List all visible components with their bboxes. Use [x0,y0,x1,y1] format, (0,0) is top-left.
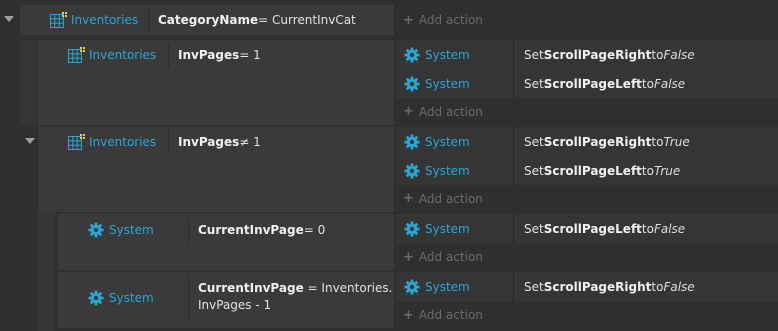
event-1-add-action[interactable]: + Add action [403,98,483,125]
triangle-down-icon [4,16,14,22]
event-2-object[interactable]: Inventories [38,127,168,157]
gear-icon [404,279,420,295]
plus-icon: + [403,104,414,119]
gear-icon [404,134,420,149]
event-2-condition-row[interactable]: Inventories InvPages ≠ 1 [38,127,394,212]
sprite-grid-icon [68,46,86,63]
gear-icon [404,47,420,62]
triangle-down-icon [25,138,35,144]
event-3-action-row-0[interactable]: System Set ScrollPageLeft to False [396,214,778,244]
event-2-action-row-0[interactable]: System Set ScrollPageRight to True [396,127,778,156]
action-object[interactable]: System [404,127,470,156]
plus-icon: + [403,191,414,206]
plus-icon: + [403,307,414,323]
event-0-condition-text[interactable]: CategoryName = CurrentInvCat [148,5,356,35]
event-0-object-name: Inventories [71,13,139,27]
event-0-add-action[interactable]: + Add action [403,5,483,35]
event-2-add-action[interactable]: + Add action [403,185,483,212]
sprite-grid-icon [68,133,86,150]
action-text[interactable]: Set ScrollPageLeft to False [514,214,685,244]
action-text[interactable]: Set ScrollPageLeft to True [514,156,680,185]
action-text[interactable]: Set ScrollPageLeft to False [514,69,685,98]
sub-event-indent-bar [20,40,37,125]
event-3-object[interactable]: System [58,214,188,246]
event-4-action-row-0[interactable]: System Set ScrollPageRight to False [396,272,778,302]
action-object[interactable]: System [404,272,470,302]
event-3-object-name: System [109,223,154,237]
action-object[interactable]: System [404,214,470,244]
event-4-add-action[interactable]: + Add action [403,302,483,328]
plus-icon: + [403,249,414,265]
event-4-object[interactable]: System [58,272,188,324]
event-1-condition-row[interactable]: Inventories InvPages = 1 [38,40,394,125]
event-4-condition-text[interactable]: CurrentInvPage = Inventories. InvPages -… [198,280,392,314]
event-4-object-name: System [109,291,154,305]
plus-icon: + [403,12,414,28]
event-0-condition-row[interactable]: Inventories CategoryName = CurrentInvCat [20,5,394,35]
event-2-action-row-1[interactable]: System Set ScrollPageLeft to True [396,156,778,185]
gear-icon [88,222,104,238]
sprite-grid-icon [50,11,68,28]
event-3-add-action[interactable]: + Add action [403,244,483,270]
event-3-condition-text[interactable]: CurrentInvPage = 0 [188,214,325,246]
event-2-condition-text[interactable]: InvPages ≠ 1 [168,127,261,157]
action-object[interactable]: System [404,156,470,185]
gear-icon [404,221,420,237]
event-2-object-name: Inventories [89,135,157,149]
event-0-object[interactable]: Inventories [30,5,150,35]
action-text[interactable]: Set ScrollPageRight to False [514,40,695,69]
event-4-condition-row[interactable]: System CurrentInvPage = Inventories. Inv… [58,272,394,328]
sub-event-indent-bar [38,212,55,331]
collapse-toggle-event-0[interactable] [3,13,15,25]
gear-icon [88,290,104,306]
action-text[interactable]: Set ScrollPageRight to True [514,127,690,156]
action-text[interactable]: Set ScrollPageRight to False [514,272,695,302]
event-1-object[interactable]: Inventories [38,40,168,70]
event-3-condition-row[interactable]: System CurrentInvPage = 0 [58,214,394,270]
event-1-action-row-1[interactable]: System Set ScrollPageLeft to False [396,69,778,98]
action-object[interactable]: System [404,69,470,98]
event-1-object-name: Inventories [89,48,157,62]
event-1-condition-text[interactable]: InvPages = 1 [168,40,261,70]
collapse-toggle-event-2[interactable] [24,135,36,147]
gear-icon [404,76,420,91]
action-object[interactable]: System [404,40,470,69]
event-1-action-row-0[interactable]: System Set ScrollPageRight to False [396,40,778,69]
gear-icon [404,163,420,178]
